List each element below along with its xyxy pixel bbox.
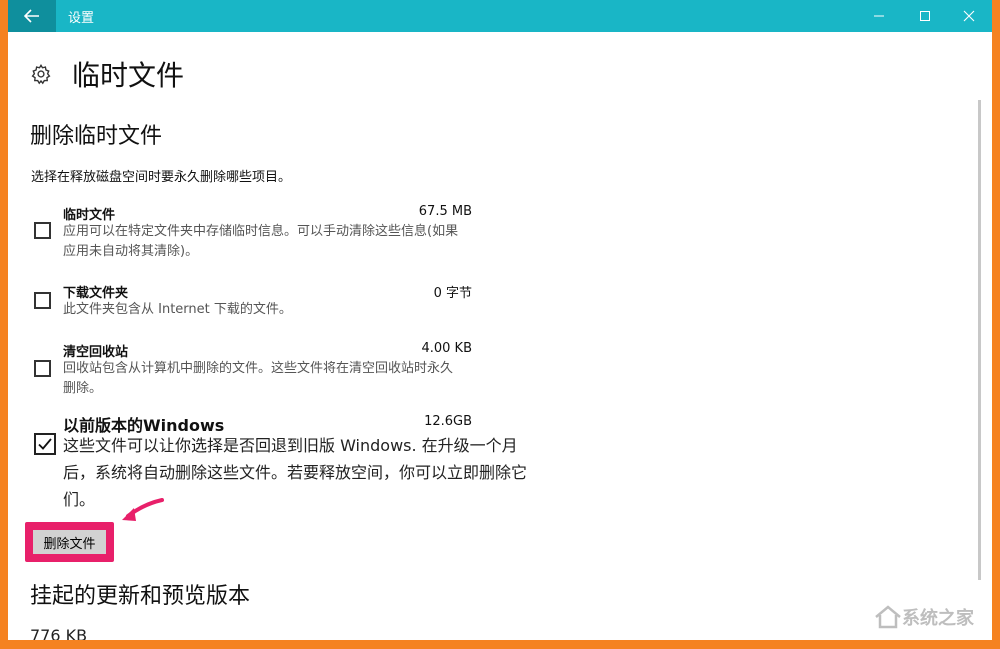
delete-button-highlight: 删除文件 <box>25 522 114 562</box>
item-description: 回收站包含从计算机中删除的文件。这些文件将在清空回收站时永久删除。 <box>63 361 454 396</box>
item-size: 67.5 MB <box>418 204 472 219</box>
checkbox-temp-files[interactable] <box>34 222 51 239</box>
window-title: 设置 <box>68 11 95 26</box>
annotation-arrow-icon <box>122 498 164 521</box>
item-name: 下载文件夹 <box>63 286 129 301</box>
settings-window: 设置 临时文件 删除临时文件 选择在释放磁盘空间时要永久删除哪些项目。 临时文件… <box>8 0 992 640</box>
section-heading-pending-updates: 挂起的更新和预览版本 <box>30 584 251 609</box>
back-button[interactable] <box>8 0 56 32</box>
maximize-icon <box>920 11 930 21</box>
item-size: 0 字节 <box>433 286 472 301</box>
back-arrow-icon <box>24 9 39 23</box>
section-heading-delete-temp: 删除临时文件 <box>30 124 163 149</box>
house-logo-icon <box>875 605 901 629</box>
checkbox-downloads[interactable] <box>34 292 51 309</box>
page-title: 临时文件 <box>72 59 185 92</box>
section-description: 选择在释放磁盘空间时要永久删除哪些项目。 <box>31 170 292 185</box>
watermark: 系统之家 <box>874 604 974 630</box>
checkmark-icon <box>38 438 52 450</box>
checkbox-recycle-bin[interactable] <box>34 360 51 377</box>
close-icon <box>963 10 975 22</box>
pending-updates-size: 776 KB <box>30 626 88 640</box>
title-bar: 设置 <box>8 0 992 32</box>
item-name: 临时文件 <box>63 208 116 223</box>
close-button[interactable] <box>946 0 992 32</box>
page-header: 临时文件 <box>30 54 184 94</box>
minimize-button[interactable] <box>856 0 902 32</box>
item-name: 清空回收站 <box>63 345 129 360</box>
item-description: 此文件夹包含从 Internet 下载的文件。 <box>63 302 292 317</box>
maximize-button[interactable] <box>902 0 948 32</box>
minimize-icon <box>874 15 884 17</box>
checkbox-previous-windows[interactable] <box>34 433 56 455</box>
scrollbar[interactable] <box>978 100 981 580</box>
delete-files-button[interactable]: 删除文件 <box>33 530 106 554</box>
item-description: 应用可以在特定文件夹中存储临时信息。可以手动清除这些信息(如果应用未自动将其清除… <box>63 224 459 259</box>
item-size: 4.00 KB <box>421 341 472 356</box>
gear-icon <box>31 63 51 85</box>
item-size: 12.6GB <box>424 414 472 429</box>
watermark-text: 系统之家 <box>902 608 974 629</box>
